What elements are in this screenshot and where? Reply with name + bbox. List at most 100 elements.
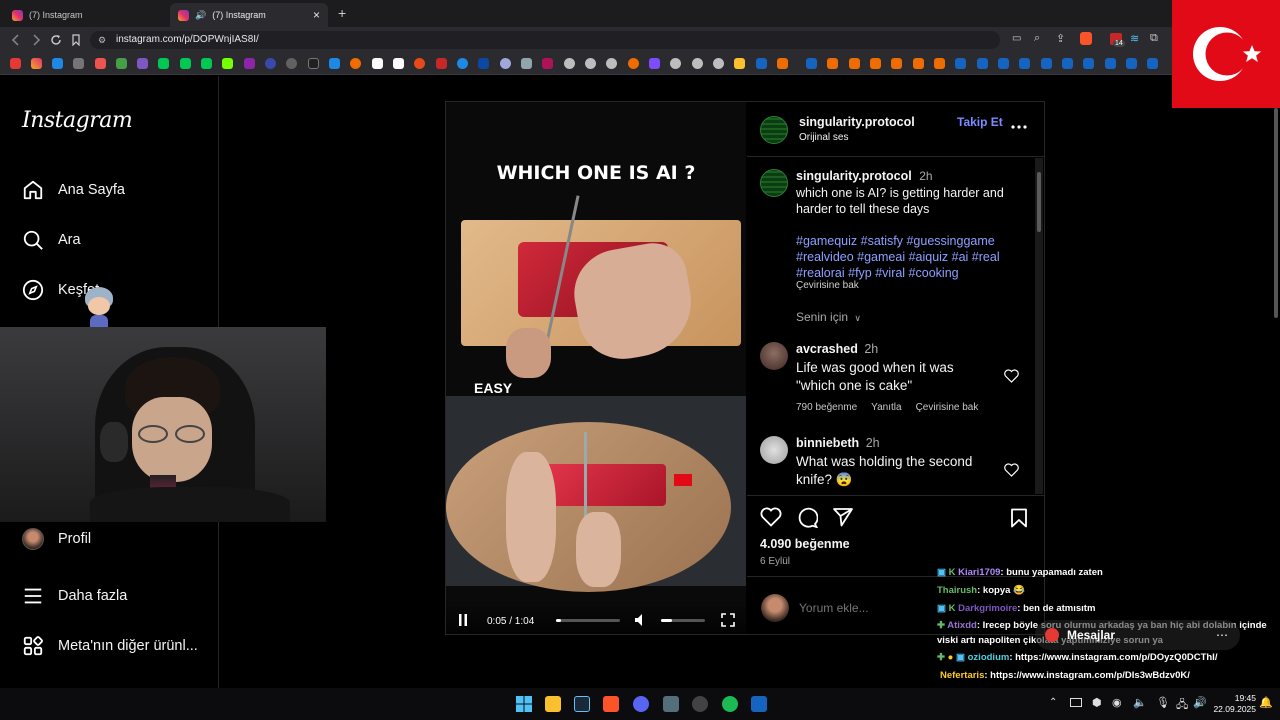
share-icon[interactable] [832, 507, 854, 527]
steam-icon[interactable] [574, 696, 590, 712]
bookmark-icon[interactable] [52, 58, 63, 69]
network-icon[interactable]: 🖧 [1176, 696, 1188, 715]
bookmark-icon[interactable] [286, 58, 297, 69]
bookmark-icon[interactable] [585, 58, 596, 69]
bookmark-icon[interactable] [849, 58, 860, 69]
wifi-icon[interactable]: ≋ [1130, 32, 1139, 45]
discord-icon[interactable] [633, 696, 649, 712]
extensions-icon[interactable]: ⧉ [1150, 32, 1158, 45]
tray-chevron-icon[interactable]: ⌃ [1049, 697, 1057, 708]
new-tab-button[interactable]: + [338, 5, 346, 21]
volume-icon[interactable]: 🔊 [1193, 696, 1207, 709]
bookmark-icon[interactable] [670, 58, 681, 69]
see-translation-link[interactable]: Çevirisine bak [796, 280, 859, 291]
steam-icon[interactable] [1041, 58, 1052, 69]
battery-icon[interactable] [1070, 698, 1082, 707]
x-icon[interactable] [308, 58, 319, 69]
forward-icon[interactable] [30, 34, 42, 46]
bookmark-icon[interactable] [891, 58, 902, 69]
reel-video[interactable]: WHICH ONE IS AI ? EASY 0:05 / 1:04 [446, 102, 746, 634]
comment-username[interactable]: avcrashed [796, 342, 858, 356]
steam-icon[interactable] [806, 58, 817, 69]
translate-button[interactable]: Çevirisine bak [916, 402, 979, 413]
steam-icon[interactable] [756, 58, 767, 69]
folder-icon[interactable] [734, 58, 745, 69]
app-icon[interactable] [663, 696, 679, 712]
bookmark-icon[interactable] [478, 58, 489, 69]
browser-tab-active[interactable]: 🔊 (7) Instagram × [170, 3, 328, 27]
bookmark-icon[interactable] [649, 58, 660, 69]
caption-username[interactable]: singularity.protocol [796, 169, 912, 183]
back-icon[interactable] [10, 34, 22, 46]
sidebar-item-meta[interactable]: Meta'nın diğer ürünl... [22, 635, 198, 657]
bookmark-icon[interactable] [73, 58, 84, 69]
comment-avatar[interactable] [760, 436, 788, 464]
comment-likes[interactable]: 790 beğenme [796, 402, 857, 413]
comment-username[interactable]: binniebeth [796, 436, 859, 450]
bookmark-icon[interactable] [542, 58, 553, 69]
site-settings-icon[interactable]: ⚙ [98, 31, 106, 49]
sidebar-item-more[interactable]: Daha fazla [22, 585, 127, 607]
brave-icon[interactable] [603, 696, 619, 712]
steam-icon[interactable] [977, 58, 988, 69]
caption-avatar[interactable] [760, 169, 788, 197]
bookmark-icon[interactable] [436, 58, 447, 69]
comment-icon[interactable] [796, 507, 818, 528]
tab-close-button[interactable]: × [313, 8, 320, 22]
heart-icon[interactable] [1004, 463, 1019, 477]
for-you-dropdown[interactable]: Senin için ∨ [796, 310, 861, 324]
bookmark-icon[interactable] [870, 58, 881, 69]
app-icon[interactable] [751, 696, 767, 712]
scrollbar-thumb[interactable] [1037, 172, 1041, 232]
zoom-icon[interactable]: ⌕ [1034, 32, 1040, 45]
fullscreen-icon[interactable] [721, 613, 735, 627]
video-progress-track[interactable] [556, 619, 620, 622]
brave-shield-icon[interactable] [1080, 32, 1092, 45]
microphone-icon[interactable]: 🎙 [1156, 696, 1170, 709]
bookmark-icon[interactable] [222, 58, 233, 69]
tray-icon[interactable]: ⬢ [1092, 696, 1102, 709]
like-icon[interactable] [760, 507, 782, 527]
steam-icon[interactable] [1126, 58, 1137, 69]
instagram-logo[interactable]: Instagram [22, 108, 133, 133]
url-input[interactable]: ⚙ instagram.com/p/DOPWnjIAS8I/ [90, 31, 1000, 49]
bookmark-icon[interactable] [827, 58, 838, 69]
file-explorer-icon[interactable] [545, 696, 561, 712]
reload-icon[interactable] [50, 34, 62, 46]
bookmark-icon[interactable] [372, 58, 383, 69]
notification-icon[interactable]: 🔔 [1259, 696, 1273, 709]
sidebar-item-home[interactable]: Ana Sayfa [22, 179, 125, 201]
bookmark-icon[interactable] [713, 58, 724, 69]
comment-avatar[interactable] [760, 342, 788, 370]
pause-icon[interactable] [458, 613, 468, 627]
steam-icon[interactable] [1083, 58, 1094, 69]
share-icon[interactable]: ⇪ [1056, 32, 1065, 45]
clock[interactable]: 19:45 22.09.2025 [1210, 693, 1256, 715]
steam-icon[interactable] [1062, 58, 1073, 69]
spotify-icon[interactable] [722, 696, 738, 712]
bookmark-icon[interactable] [500, 58, 511, 69]
bookmark-icon[interactable] [564, 58, 575, 69]
audio-label[interactable]: Orijinal ses [799, 132, 848, 143]
steam-icon[interactable] [1105, 58, 1116, 69]
bookmark-icon[interactable] [628, 58, 639, 69]
bookmark-icon[interactable] [692, 58, 703, 69]
drive-icon[interactable] [116, 58, 127, 69]
bookmark-icon[interactable] [265, 58, 276, 69]
volume-icon[interactable] [634, 613, 646, 627]
reply-button[interactable]: Yanıtla [871, 402, 901, 413]
volume-track[interactable] [661, 619, 705, 622]
speaker-icon[interactable]: 🔈 [1133, 696, 1147, 709]
steam-tray-icon[interactable]: ◉ [1112, 696, 1122, 709]
bookmark-icon[interactable] [777, 58, 788, 69]
author-avatar[interactable] [760, 116, 788, 144]
windows-start-icon[interactable] [516, 696, 532, 712]
steam-icon[interactable] [955, 58, 966, 69]
sidebar-item-profile[interactable]: Profil [22, 528, 91, 550]
bookmark-icon[interactable] [457, 58, 468, 69]
sidebar-item-search[interactable]: Ara [22, 229, 81, 251]
comments-scrollbar[interactable] [1035, 158, 1043, 494]
bookmark-icon[interactable] [521, 58, 532, 69]
steam-icon[interactable] [1019, 58, 1030, 69]
browser-tab[interactable]: (7) Instagram [4, 3, 170, 27]
